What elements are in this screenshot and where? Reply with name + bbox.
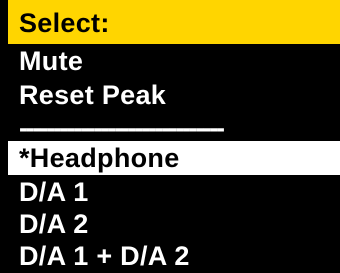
menu-item-label: D/A 2 (19, 209, 89, 239)
menu-item-da1-da2[interactable]: D/A 1 + D/A 2 (8, 239, 340, 273)
separator-text: ------------------------------ (19, 113, 225, 143)
menu-item-da2[interactable]: D/A 2 (8, 207, 340, 241)
menu-item-headphone[interactable]: *Headphone (8, 141, 340, 175)
menu-item-label: Reset Peak (19, 80, 167, 110)
menu-item-label: D/A 1 (19, 177, 89, 207)
menu-header: Select: (8, 0, 340, 44)
menu-item-mute[interactable]: Mute (8, 44, 340, 78)
menu-title: Select: (19, 8, 110, 38)
menu-item-label: D/A 1 + D/A 2 (19, 241, 190, 271)
output-select-menu: Select: Mute Reset Peak ----------------… (8, 0, 340, 273)
menu-item-label: Mute (19, 46, 84, 76)
menu-item-reset-peak[interactable]: Reset Peak (8, 78, 340, 112)
menu-item-da1[interactable]: D/A 1 (8, 175, 340, 209)
menu-item-label: *Headphone (19, 143, 180, 173)
